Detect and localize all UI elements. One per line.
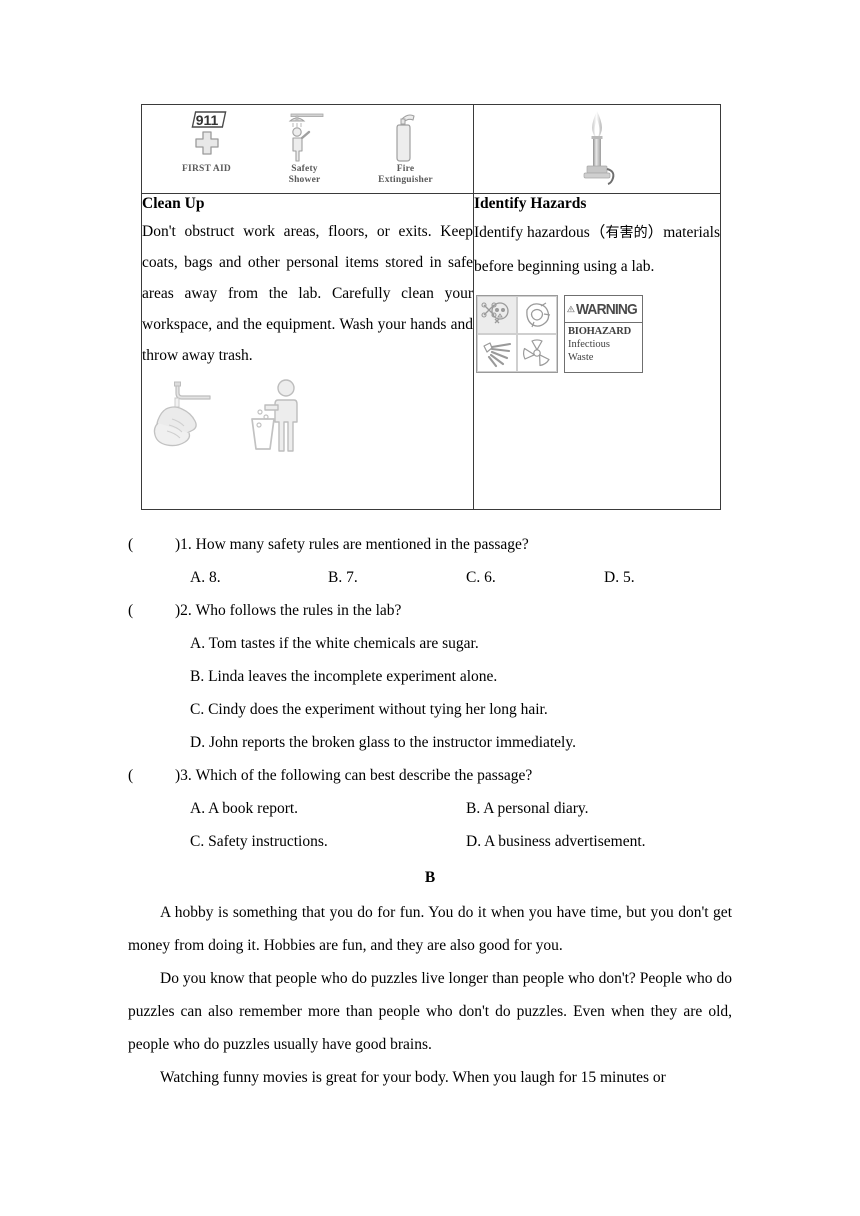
option-2c[interactable]: C. Cindy does the experiment without tyi… [128,693,742,726]
table-row-icons: 911 FIRST AID Safety Shower Fire Extingu… [141,104,721,194]
document-page: 911 FIRST AID Safety Shower Fire Extingu… [0,0,860,1216]
svg-text:911: 911 [195,112,218,128]
biohazard-warning-label: WARNING BIOHAZARD Infectious Waste [564,295,643,373]
answer-blank-2[interactable]: ( [128,594,175,627]
section-b-label: B [424,869,436,886]
first-aid-unit: 911 FIRST AID [171,110,243,175]
question-3-options-row-1: A. A book report. B. A personal diary. [128,792,742,825]
biohazard-line-2: Infectious [568,339,610,350]
clean-up-icons [142,379,473,453]
passage-paragraph-2: Do you know that people who do puzzles l… [128,970,732,1053]
first-aid-icon: 911 [186,110,228,162]
passage-paragraph-3: Watching funny movies is great for your … [160,1069,666,1086]
hazard-symbols-block: WARNING BIOHAZARD Infectious Waste [476,295,720,373]
hazard-text-part1: Identify hazardous（ [474,224,606,241]
fire-extinguisher-caption: Fire Extinguisher [378,164,433,186]
option-2a[interactable]: A. Tom tastes if the white chemicals are… [128,627,742,660]
question-1-options: A. 8. B. 7. C. 6. D. 5. [128,561,742,594]
identify-hazards-title: Identify Hazards [474,195,587,212]
passage-paragraph-1: A hobby is something that you do for fun… [128,904,732,954]
biohazard-line-3: Waste [568,352,594,363]
question-3-options-row-2: C. Safety instructions. D. A business ad… [128,825,742,858]
clean-up-cell: Clean Up Don't obstruct work areas, floo… [141,193,474,510]
caption-line-1: Fire [396,164,415,174]
option-1b[interactable]: B. 7. [328,561,466,594]
safety-shower-icon [283,110,327,162]
warning-header: WARNING [565,296,642,323]
explosive-icon [477,334,517,372]
caption-line-2: Shower [288,175,321,185]
radioactive-icon [517,334,557,372]
option-1c[interactable]: C. 6. [466,561,604,594]
warning-triangle-icon [567,305,575,313]
fire-extinguisher-unit: Fire Extinguisher [367,110,445,186]
questions-section: ()1. How many safety rules are mentioned… [128,528,742,858]
question-1-line: ()1. How many safety rules are mentioned… [128,528,742,561]
question-3-number: 3. [180,767,192,784]
paren-open: ( [128,767,134,784]
option-3b[interactable]: B. A personal diary. [466,792,742,825]
option-3a[interactable]: A. A book report. [190,792,466,825]
answer-blank-3[interactable]: ( [128,759,175,792]
warning-text: WARNING [575,300,638,318]
skull-crossbones-icon [477,296,517,334]
wash-hands-icon [153,381,211,447]
biohazard-details: BIOHAZARD Infectious Waste [565,323,642,372]
bunsen-burner-wrap [474,105,720,193]
option-3c[interactable]: C. Safety instructions. [190,825,466,858]
question-1-number: 1. [180,536,192,553]
option-2d[interactable]: D. John reports the broken glass to the … [128,726,742,759]
right-icon-cell [473,104,721,194]
lab-safety-table: 911 FIRST AID Safety Shower Fire Extingu… [141,104,721,510]
first-aid-caption: FIRST AID [182,164,231,174]
corrosive-icon [517,296,557,334]
safety-shower-unit: Safety Shower [269,110,341,186]
option-3d[interactable]: D. A business advertisement. [466,825,742,858]
option-2b[interactable]: B. Linda leaves the incomplete experimen… [128,660,742,693]
question-3-line: ()3. Which of the following can best des… [128,759,742,792]
question-2-line: ()2. Who follows the rules in the lab? [128,594,742,627]
paren-open: ( [128,536,134,553]
option-1d[interactable]: D. 5. [604,561,742,594]
answer-blank-1[interactable]: ( [128,528,175,561]
left-icon-cell: 911 FIRST AID Safety Shower Fire Extingu… [141,104,474,194]
hazard-symbol-grid [476,295,558,373]
bunsen-burner-icon [583,111,615,185]
question-2-number: 2. [180,602,192,619]
identify-hazards-body: Identify hazardous（有害的）materials before … [474,216,720,283]
hazard-text-chinese: 有害的 [605,225,648,241]
safety-equipment-icons: 911 FIRST AID Safety Shower Fire Extingu… [142,105,473,193]
question-1-text: How many safety rules are mentioned in t… [195,536,529,553]
question-2-text: Who follows the rules in the lab? [195,602,402,619]
fire-extinguisher-icon [388,110,424,162]
caption-line-2: Extinguisher [378,175,433,185]
table-row-content: Clean Up Don't obstruct work areas, floo… [141,193,721,510]
passage-b: A hobby is something that you do for fun… [128,896,732,1094]
clean-up-title: Clean Up [142,195,205,212]
option-1a[interactable]: A. 8. [190,561,328,594]
clean-up-body: Don't obstruct work areas, floors, or ex… [142,223,473,364]
paren-open: ( [128,602,134,619]
identify-hazards-cell: Identify Hazards Identify hazardous（有害的）… [473,193,721,510]
safety-shower-caption: Safety Shower [289,164,321,186]
question-3-text: Which of the following can best describe… [195,767,533,784]
caption-line-1: Safety [291,164,318,174]
throw-trash-icon [251,379,298,452]
biohazard-heading: BIOHAZARD [568,326,631,337]
